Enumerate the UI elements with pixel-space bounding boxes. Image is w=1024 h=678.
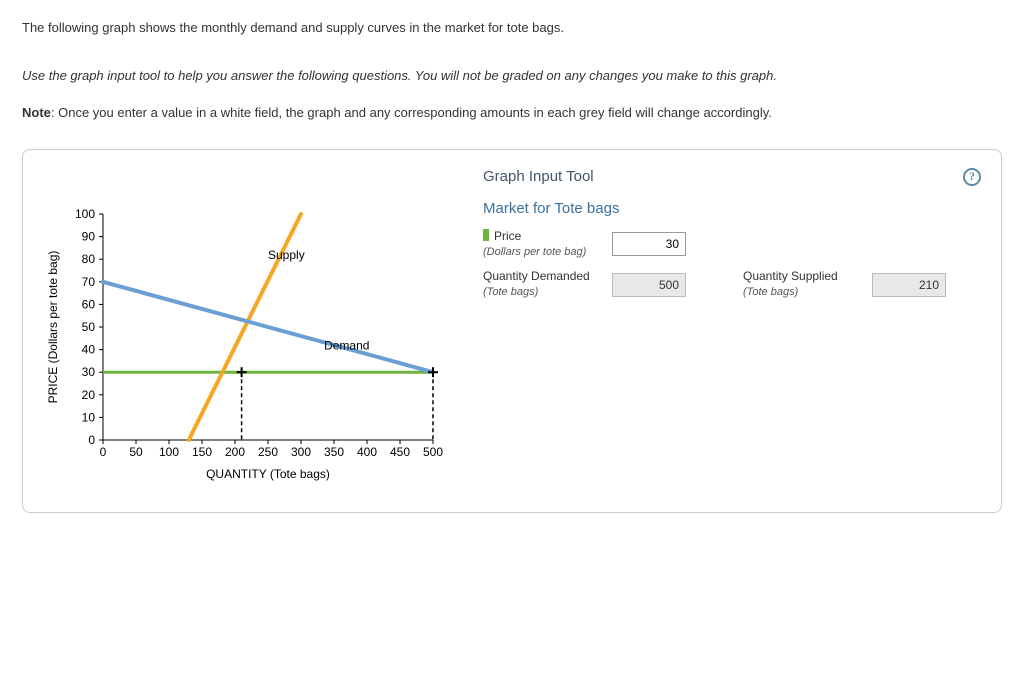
svg-text:250: 250: [258, 445, 278, 459]
note-text: Note: Once you enter a value in a white …: [22, 103, 1002, 123]
svg-text:PRICE (Dollars per tote bag): PRICE (Dollars per tote bag): [46, 250, 60, 403]
market-title: Market for Tote bags: [483, 200, 981, 217]
note-label: Note: [22, 105, 51, 120]
svg-text:50: 50: [129, 445, 143, 459]
price-label: Price: [494, 229, 521, 243]
svg-text:0: 0: [100, 445, 107, 459]
svg-text:50: 50: [82, 320, 96, 334]
qs-sublabel: (Tote bags): [743, 286, 798, 298]
svg-text:70: 70: [82, 274, 96, 288]
qs-field-group: Quantity Supplied (Tote bags) 210: [743, 269, 973, 300]
note-body: : Once you enter a value in a white fiel…: [51, 105, 772, 120]
svg-text:0: 0: [88, 433, 95, 447]
supply-demand-chart[interactable]: 0 10 20 30 40 50 60 70 80 90 100 0 50 100 150 200 250 300…: [43, 204, 443, 484]
qd-field-group: Quantity Demanded (Tote bags) 500: [483, 269, 713, 300]
svg-text:QUANTITY (Tote bags): QUANTITY (Tote bags): [206, 467, 330, 481]
svg-text:450: 450: [390, 445, 410, 459]
svg-text:300: 300: [291, 445, 311, 459]
svg-text:500: 500: [423, 445, 443, 459]
intro-text: The following graph shows the monthly de…: [22, 18, 1002, 38]
svg-text:150: 150: [192, 445, 212, 459]
qd-label: Quantity Demanded: [483, 269, 590, 283]
svg-text:20: 20: [82, 387, 96, 401]
tool-title: Graph Input Tool: [483, 168, 594, 185]
svg-text:90: 90: [82, 229, 96, 243]
graph-tool-panel: 0 10 20 30 40 50 60 70 80 90 100 0 50 100 150 200 250 300…: [22, 149, 1002, 513]
help-icon[interactable]: ?: [963, 168, 981, 186]
price-input[interactable]: [612, 232, 686, 256]
svg-text:400: 400: [357, 445, 377, 459]
svg-text:Supply: Supply: [268, 248, 305, 262]
svg-text:60: 60: [82, 297, 96, 311]
graph-input-tool: Graph Input Tool ? Market for Tote bags …: [483, 168, 981, 301]
svg-text:350: 350: [324, 445, 344, 459]
svg-text:200: 200: [225, 445, 245, 459]
price-swatch-icon: [483, 229, 489, 241]
qd-sublabel: (Tote bags): [483, 286, 538, 298]
svg-text:80: 80: [82, 252, 96, 266]
qs-value: 210: [872, 273, 946, 297]
svg-text:30: 30: [82, 365, 96, 379]
svg-text:40: 40: [82, 342, 96, 356]
svg-text:Demand: Demand: [324, 338, 369, 352]
qd-value: 500: [612, 273, 686, 297]
chart-container: 0 10 20 30 40 50 60 70 80 90 100 0 50 100 150 200 250 300…: [43, 168, 453, 484]
svg-text:10: 10: [82, 410, 96, 424]
instructions-text: Use the graph input tool to help you ans…: [22, 66, 1002, 86]
svg-text:100: 100: [75, 207, 95, 221]
price-sublabel: (Dollars per tote bag): [483, 246, 586, 258]
qs-label: Quantity Supplied: [743, 269, 838, 283]
svg-text:100: 100: [159, 445, 179, 459]
price-field-group: Price (Dollars per tote bag): [483, 229, 713, 260]
